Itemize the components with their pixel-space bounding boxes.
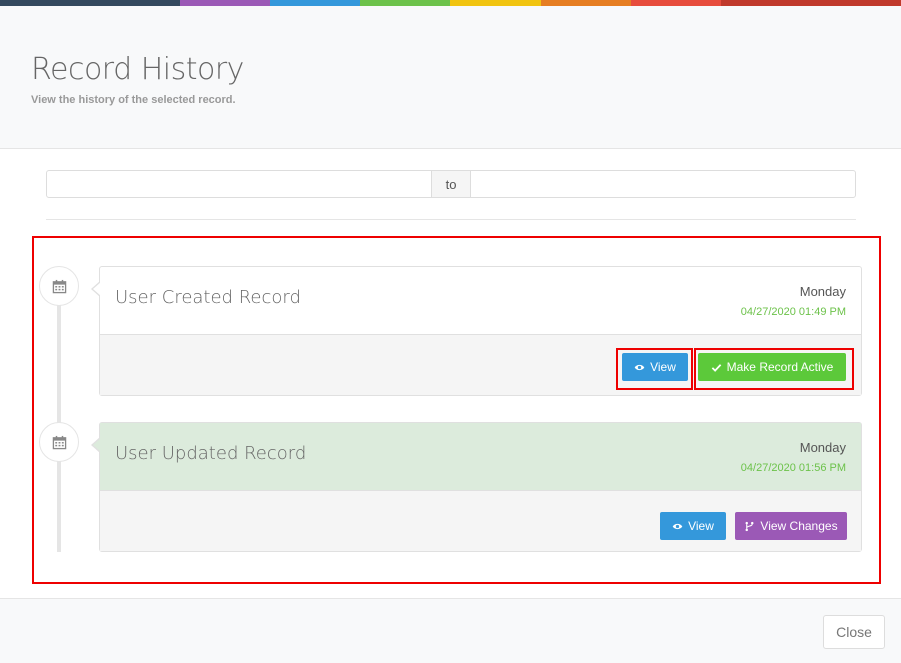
card-header: User Updated Record Monday 04/27/2020 01… xyxy=(100,423,861,491)
calendar-icon xyxy=(39,266,79,306)
view-changes-button[interactable]: View Changes xyxy=(735,512,847,540)
view-changes-label: View Changes xyxy=(760,519,838,533)
card-pointer xyxy=(91,437,101,453)
event-day: Monday xyxy=(799,284,846,299)
make-active-highlight xyxy=(694,348,854,390)
modal-header: Record History View the history of the s… xyxy=(0,6,901,149)
view-button[interactable]: View xyxy=(660,512,726,540)
view-button-label: View xyxy=(688,519,714,533)
calendar-icon xyxy=(39,422,79,462)
event-title: User Updated Record xyxy=(115,443,307,464)
event-datetime: 04/27/2020 01:56 PM xyxy=(740,462,846,474)
modal-title: Record History xyxy=(31,52,244,87)
eye-icon xyxy=(672,523,683,529)
divider xyxy=(46,219,856,220)
modal-footer: Close xyxy=(0,598,901,663)
branch-icon xyxy=(745,521,754,531)
event-datetime: 04/27/2020 01:49 PM xyxy=(740,306,846,318)
event-day: Monday xyxy=(799,440,846,455)
timeline-card-updated: User Updated Record Monday 04/27/2020 01… xyxy=(91,422,862,552)
date-range: to xyxy=(46,170,856,198)
card-footer: View View Changes xyxy=(100,491,861,551)
date-to-input[interactable] xyxy=(470,170,856,198)
date-from-input[interactable] xyxy=(46,170,432,198)
event-title: User Created Record xyxy=(115,287,301,308)
view-button-highlight xyxy=(616,348,693,390)
card-pointer xyxy=(91,281,101,297)
date-range-separator: to xyxy=(432,170,470,198)
card-header: User Created Record Monday 04/27/2020 01… xyxy=(100,267,861,335)
modal-subtitle: View the history of the selected record. xyxy=(31,94,236,106)
close-button[interactable]: Close xyxy=(823,615,885,649)
